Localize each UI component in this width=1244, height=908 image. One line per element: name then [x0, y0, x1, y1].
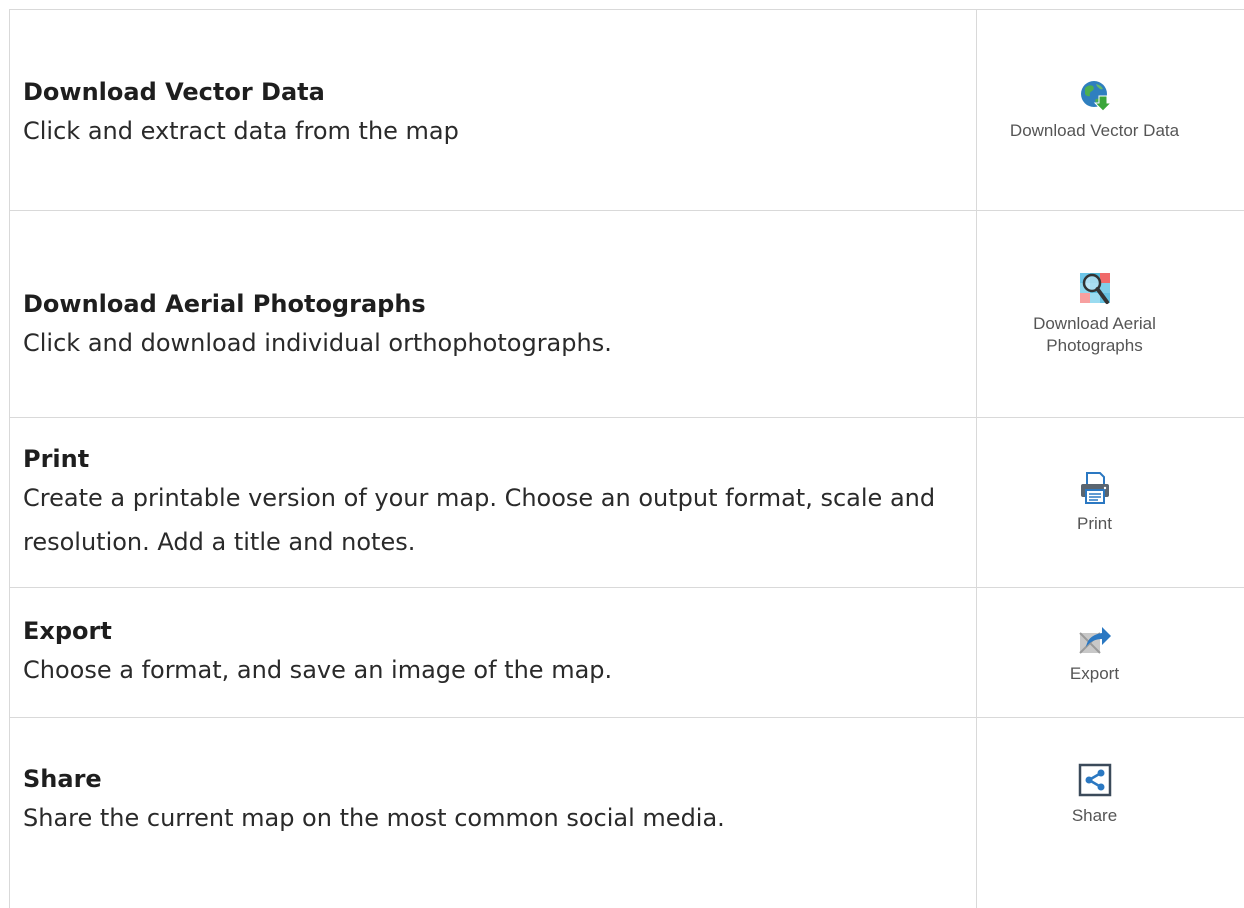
download-aerial-photographs-button[interactable]: Download Aerial Photographs: [977, 211, 1212, 417]
tool-description-cell: Download Vector Data Click and extract d…: [9, 10, 977, 210]
tool-title: Share: [23, 765, 102, 793]
tool-description: Share the current map on the most common…: [23, 804, 725, 832]
tool-description: Choose a format, and save an image of th…: [23, 655, 613, 684]
tools-table: Download Vector Data Click and extract d…: [9, 9, 1244, 908]
print-label: Print: [1077, 513, 1112, 533]
tool-title: Download Vector Data: [23, 78, 325, 106]
download-vector-data-button[interactable]: Download Vector Data: [977, 10, 1212, 210]
tool-title: Export: [23, 616, 112, 645]
tool-description-cell: Print Create a printable version of your…: [9, 418, 977, 587]
download-vector-data-label: Download Vector Data: [1009, 121, 1180, 140]
tool-row-print: Print Create a printable version of your…: [9, 418, 1244, 588]
print-button[interactable]: Print: [977, 418, 1212, 587]
share-button[interactable]: Share: [977, 718, 1212, 908]
tool-row-vector: Download Vector Data Click and extract d…: [9, 10, 1244, 211]
export-button[interactable]: Export: [977, 588, 1212, 717]
aerial-magnifier-icon: [1079, 273, 1110, 304]
tool-description-cell: Download Aerial Photographs Click and do…: [9, 211, 977, 417]
tool-row-share: Share Share the current map on the most …: [9, 718, 1244, 908]
share-icon: [1078, 763, 1111, 797]
tool-description: Click and download individual orthophoto…: [23, 329, 612, 357]
tool-description-cell: Share Share the current map on the most …: [9, 718, 977, 908]
export-arrow-icon: [1078, 626, 1111, 654]
tool-title: Download Aerial Photographs: [23, 290, 426, 318]
tool-description: Create a printable version of your map. …: [23, 483, 936, 556]
tool-title: Print: [23, 444, 90, 473]
tool-description: Click and extract data from the map: [23, 117, 459, 145]
tool-row-aerial: Download Aerial Photographs Click and do…: [9, 211, 1244, 418]
download-aerial-photographs-label: Download Aerial Photographs: [1033, 314, 1156, 355]
tool-row-export: Export Choose a format, and save an imag…: [9, 588, 1244, 718]
share-label: Share: [1071, 806, 1118, 825]
export-label: Export: [1069, 663, 1120, 683]
globe-download-icon: [1080, 81, 1112, 112]
printer-icon: [1080, 471, 1109, 504]
tool-description-cell: Export Choose a format, and save an imag…: [9, 588, 977, 717]
